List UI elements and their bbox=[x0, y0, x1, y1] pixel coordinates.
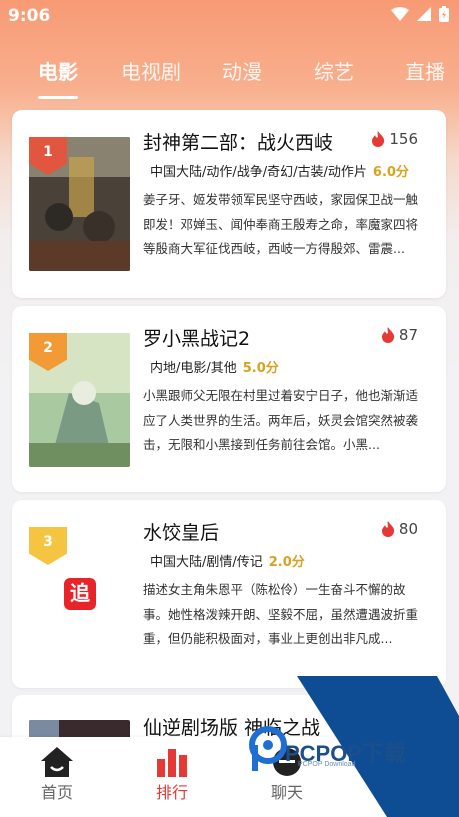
nav-ranking[interactable]: 排行 bbox=[132, 743, 212, 803]
fire-icon bbox=[372, 131, 385, 147]
movie-meta: 中国大陆/剧情/传记 2.0分 bbox=[150, 551, 305, 570]
ranking-card[interactable]: 2 罗小黑战记2 87 内地/电影/其他 5.0分 小黑跟师父无限在村里过着安宁日… bbox=[12, 306, 446, 492]
category-tabs: 电影 电视剧 动漫 综艺 直播 bbox=[0, 56, 459, 102]
wifi-icon bbox=[391, 7, 409, 21]
tab-anime[interactable]: 动漫 bbox=[222, 56, 262, 85]
heat-value: 87 bbox=[398, 326, 418, 344]
movie-genres: 中国大陆/动作/战争/奇幻/古装/动作片 bbox=[150, 165, 367, 180]
ranking-icon bbox=[157, 749, 187, 777]
home-icon bbox=[41, 747, 73, 777]
heat-value: 80 bbox=[398, 520, 418, 538]
tab-movies[interactable]: 电影 bbox=[38, 56, 78, 85]
movie-score: 5.0分 bbox=[242, 361, 279, 376]
movie-title: 水饺皇后 bbox=[143, 522, 220, 544]
movie-description: 描述女主角朱恩平（陈松伶）一生奋斗不懈的故事。她性格泼辣开朗、坚毅不屈，虽然遭遇… bbox=[143, 582, 419, 646]
watermark-subtext: PCPOP Download bbox=[298, 761, 356, 768]
battery-icon bbox=[439, 6, 449, 22]
nav-home-label: 首页 bbox=[40, 783, 73, 802]
app-logo-placeholder: 追 bbox=[64, 578, 96, 610]
status-icons bbox=[391, 6, 449, 22]
rank-badge: 3 bbox=[29, 527, 67, 565]
ranking-card[interactable]: 1 封神第二部：战火西岐 156 中国大陆/动作/战争/奇幻/古装/动作片 6.0… bbox=[12, 110, 446, 298]
heat-value: 156 bbox=[389, 130, 418, 148]
movie-meta: 内地/电影/其他 5.0分 bbox=[150, 357, 279, 376]
movie-title: 罗小黑战记2 bbox=[143, 328, 251, 350]
movie-genres: 内地/电影/其他 bbox=[150, 361, 237, 376]
tab-live[interactable]: 直播 bbox=[405, 56, 445, 85]
heat-count: 80 bbox=[381, 520, 418, 538]
tab-variety[interactable]: 综艺 bbox=[314, 56, 354, 85]
fire-icon bbox=[381, 327, 395, 343]
active-tab-indicator bbox=[38, 96, 78, 99]
status-bar: 9:06 bbox=[0, 0, 459, 34]
movie-meta: 中国大陆/动作/战争/奇幻/古装/动作片 6.0分 bbox=[150, 161, 409, 180]
nav-ranking-label: 排行 bbox=[155, 783, 188, 802]
watermark-logo-icon bbox=[249, 726, 287, 771]
heat-count: 87 bbox=[381, 326, 418, 344]
movie-description: 小黑跟师父无限在村里过着安宁日子，他也渐渐适应了人类世界的生活。两年后，妖灵会馆… bbox=[143, 388, 419, 452]
movie-genres: 中国大陆/剧情/传记 bbox=[150, 555, 263, 570]
tab-tv-series[interactable]: 电视剧 bbox=[121, 56, 181, 85]
ranking-card[interactable]: 3 追 水饺皇后 80 中国大陆/剧情/传记 2.0分 描述女主角朱恩平（陈松伶）… bbox=[12, 500, 446, 688]
movie-title: 封神第二部：战火西岐 bbox=[143, 132, 334, 154]
movie-description: 姜子牙、姬发带领军民坚守西岐，家园保卫战一触即发！邓婵玉、闻仲奉商王殷寿之命，率… bbox=[143, 192, 419, 256]
status-time: 9:06 bbox=[8, 6, 51, 26]
heat-count: 156 bbox=[371, 130, 418, 148]
nav-home[interactable]: 首页 bbox=[17, 743, 97, 803]
signal-icon bbox=[417, 7, 431, 21]
movie-score: 6.0分 bbox=[372, 165, 409, 180]
movie-score: 2.0分 bbox=[268, 555, 305, 570]
fire-icon bbox=[381, 521, 395, 537]
